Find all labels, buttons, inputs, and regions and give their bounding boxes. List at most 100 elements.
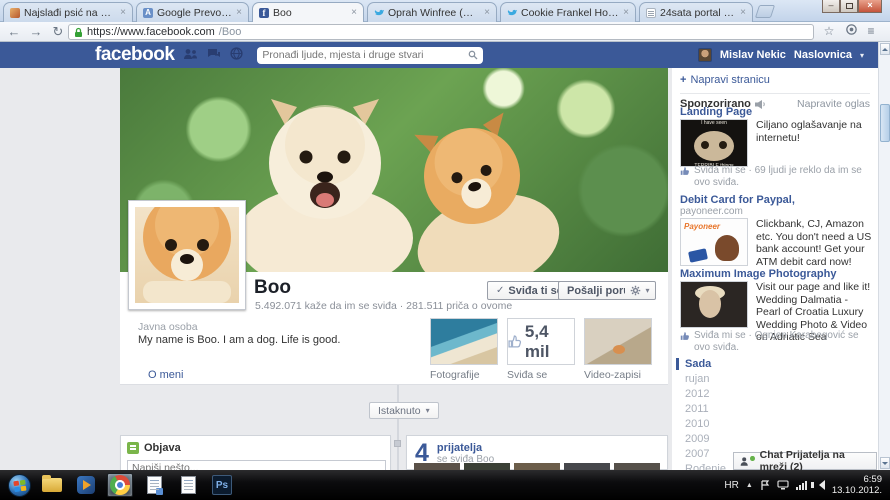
tab-close-icon[interactable]: × <box>484 7 490 18</box>
start-button[interactable] <box>8 473 31 497</box>
highlights-filter-dropdown[interactable]: Istaknuto ▾ <box>369 402 439 419</box>
plus-icon: + <box>680 74 687 86</box>
messages-icon[interactable] <box>207 48 221 63</box>
timeline-item[interactable]: rujan <box>676 372 866 386</box>
man-photo <box>715 235 739 261</box>
explorer-icon[interactable] <box>39 473 65 497</box>
notifications-globe-icon[interactable] <box>230 47 244 63</box>
search-input[interactable] <box>262 49 469 61</box>
chat-bar[interactable]: Chat Prijatelja na mreži (2) <box>733 449 877 470</box>
friend-thumbnail[interactable] <box>614 463 660 470</box>
reload-button[interactable]: ↻ <box>48 23 68 40</box>
timeline-now[interactable]: Sada <box>676 356 866 371</box>
likes-tile[interactable]: 5,4 mil <box>507 318 575 365</box>
tab-close-icon[interactable]: × <box>236 7 242 18</box>
tab-boo-active[interactable]: f Boo × <box>252 2 364 22</box>
scroll-up-arrow[interactable] <box>880 43 890 55</box>
profile-picture[interactable] <box>128 200 246 310</box>
minimize-button[interactable]: – <box>822 0 840 13</box>
friend-thumbnail[interactable] <box>464 463 510 470</box>
clock-date: 13.10.2012. <box>831 485 882 496</box>
user-name-link[interactable]: Mislav Nekic <box>720 49 786 61</box>
extension-eye-icon[interactable] <box>842 23 860 40</box>
bookmark-star-icon[interactable]: ☆ <box>820 23 838 40</box>
friends-label[interactable]: prijatelja <box>415 440 659 454</box>
settings-gear-button[interactable]: ▾ <box>625 281 656 300</box>
tab-google-prevoditelj[interactable]: A Google Prevoditelj × <box>136 2 249 22</box>
search-icon[interactable] <box>468 50 478 60</box>
ad-image[interactable]: Payoneer <box>680 218 748 266</box>
tab-close-icon[interactable]: × <box>120 7 126 18</box>
scrollbar-thumb[interactable] <box>880 104 890 142</box>
user-avatar[interactable] <box>697 48 712 62</box>
facebook-search[interactable] <box>257 46 484 64</box>
ad-title-link[interactable]: Maximum Image Photography <box>680 268 872 280</box>
videos-tile-label[interactable]: Video-zapisi <box>584 369 641 381</box>
notepad-icon[interactable] <box>175 473 201 497</box>
maximize-button[interactable] <box>840 0 858 13</box>
home-link[interactable]: Naslovnica <box>794 49 852 61</box>
timeline-item[interactable]: 2011 <box>676 402 866 416</box>
action-center-flag-icon[interactable] <box>760 479 770 491</box>
friend-thumbnail[interactable] <box>514 463 560 470</box>
status-input[interactable] <box>127 460 386 470</box>
tab-cookie[interactable]: Cookie Frankel Hoppy (co × <box>500 2 636 22</box>
tab-close-icon[interactable]: × <box>623 7 629 18</box>
friend-requests-icon[interactable] <box>183 48 198 63</box>
tab-title: Najslađi psić na svijetu im <box>24 6 116 19</box>
friend-thumbnail[interactable] <box>414 463 460 470</box>
facebook-header: facebook Mislav Nekic Naslovnica ▾ <box>0 42 878 68</box>
signal-bars-icon[interactable] <box>795 480 807 490</box>
likes-count: 5,4 mil <box>524 321 550 361</box>
ad-social-text[interactable]: Sviđa mi se · 69 ljudi je reklo da im se… <box>694 165 872 189</box>
facebook-logo[interactable]: facebook <box>95 44 175 66</box>
composer-header[interactable]: Objava <box>127 442 384 454</box>
ad-social-text[interactable]: Sviđa mi se · Ognjen Karabegović se ovo … <box>694 330 872 354</box>
timeline-item[interactable]: 2012 <box>676 387 866 401</box>
videos-tile[interactable] <box>584 318 652 365</box>
new-tab-button[interactable] <box>754 5 776 18</box>
photos-tile-label[interactable]: Fotografije <box>430 369 480 381</box>
tab-close-icon[interactable]: × <box>740 7 746 18</box>
tab-title: Cookie Frankel Hoppy (co <box>521 6 620 19</box>
person-icon <box>740 456 748 466</box>
volume-icon[interactable] <box>810 480 825 490</box>
about-link[interactable]: O meni <box>148 369 183 381</box>
tab-oprah[interactable]: Oprah Winfree (OprahThe × <box>367 2 497 22</box>
account-menu-caret-icon[interactable]: ▾ <box>860 51 864 60</box>
tray-expand-arrow[interactable]: ▲ <box>746 482 753 489</box>
scroll-down-arrow[interactable] <box>880 457 890 469</box>
tab-title: Google Prevoditelj <box>157 6 233 19</box>
page-bio: My name is Boo. I am a dog. Life is good… <box>138 334 341 346</box>
chrome-icon-active[interactable] <box>107 473 133 497</box>
address-bar[interactable]: https://www.facebook.com/Boo <box>68 24 814 40</box>
create-page-link[interactable]: + Napravi stranicu <box>680 74 770 86</box>
network-icon[interactable] <box>777 480 789 490</box>
likes-tile-label[interactable]: Sviđa se <box>507 369 547 381</box>
document-app-icon[interactable] <box>141 473 167 497</box>
thumbs-up-icon[interactable] <box>680 331 690 341</box>
browser-scrollbar[interactable] <box>878 42 890 470</box>
language-indicator[interactable]: HR <box>724 480 738 491</box>
photoshop-icon[interactable]: Ps <box>209 473 235 497</box>
menu-icon[interactable]: ≡ <box>862 23 880 40</box>
tab-najsladi[interactable]: Najslađi psić na svijetu im × <box>3 2 133 22</box>
taskbar-clock[interactable]: 6:59 13.10.2012. <box>832 474 882 496</box>
ad-title-link[interactable]: Debit Card for Paypal, <box>680 194 872 206</box>
timeline-item[interactable]: 2010 <box>676 417 866 431</box>
close-button[interactable]: × <box>858 0 882 13</box>
thumbs-up-icon[interactable] <box>680 166 690 176</box>
tab-close-icon[interactable]: × <box>351 7 357 18</box>
forward-button[interactable]: → <box>26 23 46 40</box>
back-button[interactable]: ← <box>4 23 24 40</box>
photos-tile[interactable] <box>430 318 498 365</box>
media-player-icon[interactable] <box>73 473 99 497</box>
ad-title-link[interactable]: Landing Page <box>680 106 872 118</box>
friend-thumbnail[interactable] <box>564 463 610 470</box>
page-title: Boo <box>254 277 291 298</box>
ad-image[interactable] <box>680 281 748 328</box>
tab-24sata-cms[interactable]: 24sata portal cms × <box>639 2 753 22</box>
ad-image[interactable]: I have seen TERRIBLE things <box>680 119 748 167</box>
ad-domain: payoneer.com <box>680 206 743 217</box>
timeline-item[interactable]: 2009 <box>676 432 866 446</box>
